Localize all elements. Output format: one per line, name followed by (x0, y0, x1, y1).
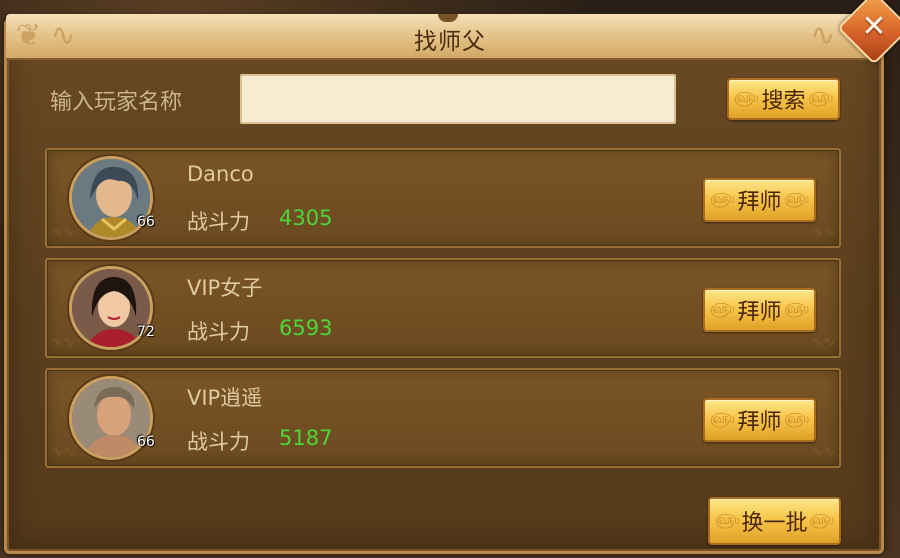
combat-power-value: 4305 (279, 206, 333, 230)
player-name: Danco (187, 162, 254, 186)
row-ornament: ∿∿ (51, 334, 75, 350)
player-level: 66 (137, 214, 155, 230)
player-name-input[interactable] (240, 74, 676, 124)
swirl-icon: ௵ (784, 191, 809, 207)
player-name: VIP逍遥 (187, 386, 263, 410)
combat-power-value: 5187 (279, 426, 333, 450)
search-button[interactable]: ௵ 搜索 ௵ (727, 78, 840, 120)
title-notch (438, 14, 458, 22)
close-icon[interactable]: ✕ (848, 2, 900, 54)
player-level: 72 (137, 324, 155, 340)
swirl-icon: ௵ (784, 301, 809, 317)
player-row: 66 VIP逍遥 战斗力 5187 ௵ 拜师 ௵ ∿∿ ∿∿ (45, 368, 841, 468)
combat-power-label: 战斗力 (187, 320, 250, 344)
apprentice-button-label: 拜师 (737, 410, 782, 435)
player-name: VIP女子 (187, 276, 263, 300)
search-label: 输入玩家名称 (50, 90, 183, 115)
swirl-icon: ௵ (710, 411, 735, 427)
swirl-icon: ௵ (808, 90, 833, 106)
player-row: 72 VIP女子 战斗力 6593 ௵ 拜师 ௵ ∿∿ ∿∿ (45, 258, 841, 358)
search-button-label: 搜索 (761, 89, 806, 114)
row-ornament: ∿∿ (51, 224, 75, 240)
combat-power-label: 战斗力 (187, 210, 250, 234)
player-row: 66 Danco 战斗力 4305 ௵ 拜师 ௵ ∿∿ ∿∿ (45, 148, 841, 248)
row-ornament: ∿∿ (811, 444, 835, 460)
player-level: 66 (137, 434, 155, 450)
combat-power-value: 6593 (279, 316, 333, 340)
row-ornament: ∿∿ (811, 334, 835, 350)
combat-power-label: 战斗力 (187, 430, 250, 454)
swirl-icon: ௵ (710, 191, 735, 207)
apprentice-button[interactable]: ௵ 拜师 ௵ (703, 288, 816, 332)
refresh-batch-label: 换一批 (741, 511, 808, 536)
row-ornament: ∿∿ (51, 444, 75, 460)
swirl-icon: ௵ (809, 512, 834, 528)
swirl-icon: ௵ (784, 411, 809, 427)
refresh-batch-button[interactable]: ௵ 换一批 ௵ (708, 497, 841, 545)
swirl-icon: ௵ (734, 90, 759, 106)
apprentice-button-label: 拜师 (737, 300, 782, 325)
apprentice-button[interactable]: ௵ 拜师 ௵ (703, 178, 816, 222)
swirl-icon: ௵ (710, 301, 735, 317)
swirl-icon: ௵ (715, 512, 740, 528)
apprentice-button-label: 拜师 (737, 190, 782, 215)
dialog-title: 找师父 (414, 29, 486, 55)
apprentice-button[interactable]: ௵ 拜师 ௵ (703, 398, 816, 442)
row-ornament: ∿∿ (811, 224, 835, 240)
